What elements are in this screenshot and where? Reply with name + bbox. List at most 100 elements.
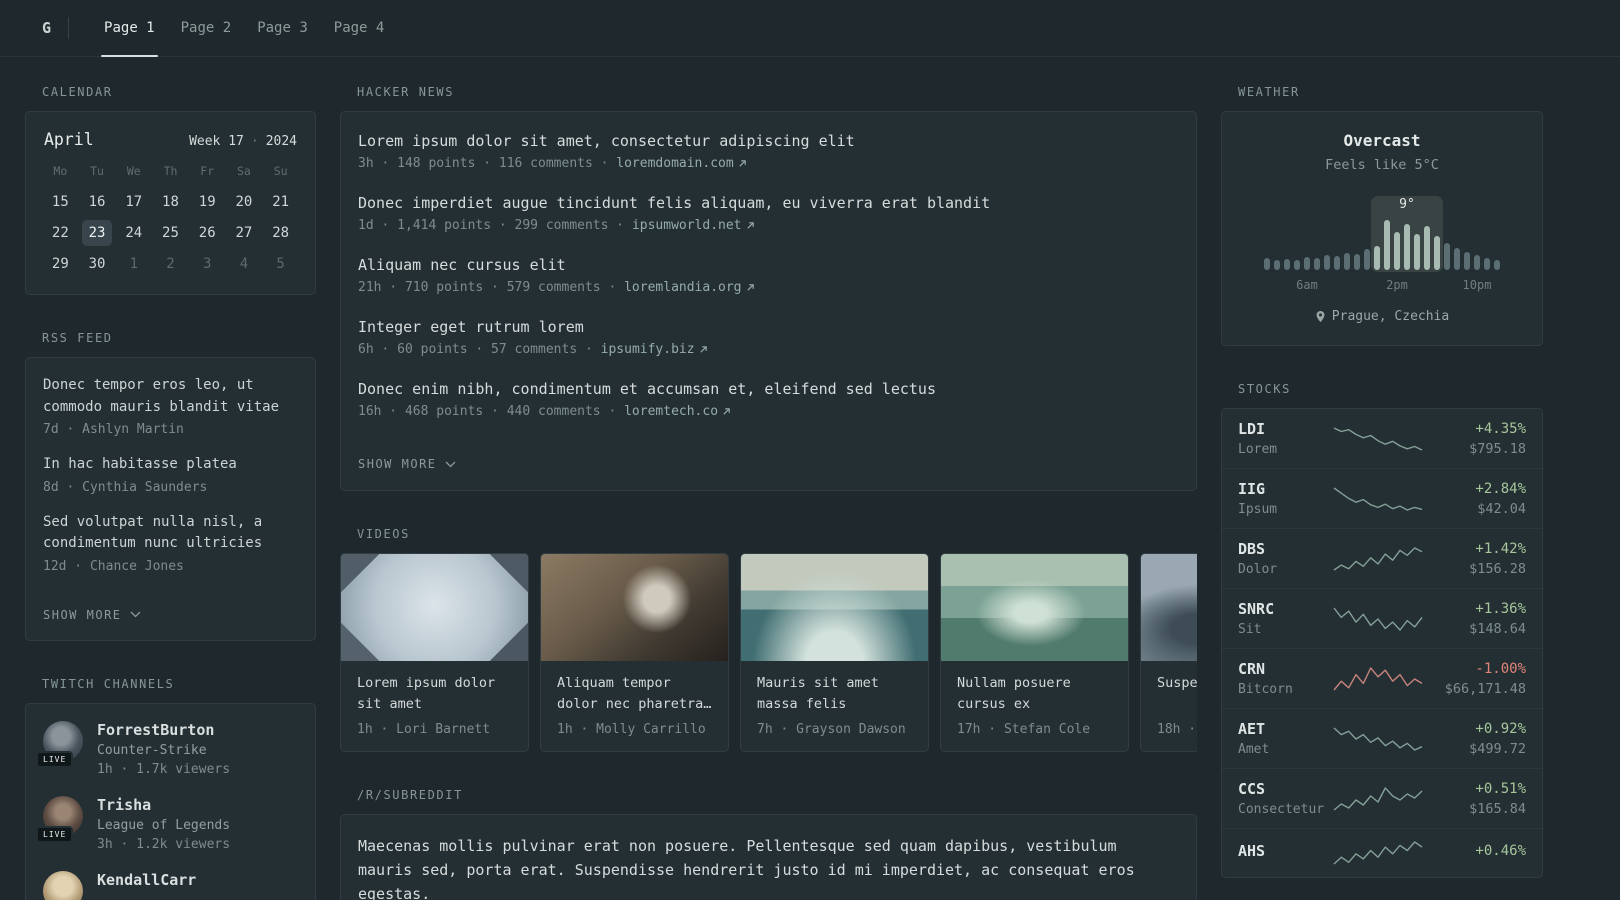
stock-row[interactable]: IIG Ipsum +2.84% $42.04	[1222, 468, 1542, 528]
stock-change: +0.51%	[1475, 780, 1526, 797]
stock-price: $165.84	[1469, 800, 1526, 817]
live-badge: LIVE	[36, 750, 74, 768]
stock-ticker: LDI	[1238, 420, 1266, 438]
rss-item-meta: 8d · Cynthia Saunders	[43, 479, 208, 495]
header-tab[interactable]: Page 3	[244, 0, 321, 56]
calendar-header: April Week 17 · 2024	[42, 128, 299, 149]
stock-row[interactable]: LDI Lorem +4.35% $795.18	[1222, 409, 1542, 468]
calendar-month: April	[44, 130, 94, 149]
app-logo[interactable]: G	[25, 0, 68, 56]
video-card[interactable]: Lorem ipsum dolor sit amet consectetu… 1…	[340, 553, 529, 752]
weather-location-label: Prague, Czechia	[1331, 309, 1450, 324]
video-card[interactable]: Aliquam tempor dolor nec pharetra… 1h · …	[540, 553, 729, 752]
stock-row[interactable]: CCS Consectetur +0.51% $165.84	[1222, 768, 1542, 828]
hn-item-domain-link[interactable]: loremtech.co	[624, 404, 731, 419]
hn-item-title[interactable]: Lorem ipsum dolor sit amet, consectetur …	[358, 130, 1179, 152]
video-card[interactable]: Mauris sit amet massa felis 7h · Grayson…	[740, 553, 929, 752]
rss-item-title[interactable]: Sed volutpat nulla nisl, a condimentum n…	[43, 512, 298, 555]
stock-values: +4.35% $795.18	[1430, 421, 1526, 457]
stock-sparkline	[1333, 786, 1423, 811]
weather-bar	[1464, 252, 1470, 270]
calendar-day: 2	[166, 256, 175, 272]
hn-item: Donec enim nibh, condimentum et accumsan…	[358, 378, 1179, 419]
rss-item-meta: 12d · Chance Jones	[43, 558, 184, 574]
video-thumbnail	[941, 554, 1128, 661]
hn-item-domain: ipsumworld.net	[631, 218, 742, 233]
stock-ticker: CCS	[1238, 780, 1266, 798]
hn-item-domain: loremtech.co	[624, 404, 719, 419]
stock-sparkline	[1333, 726, 1423, 751]
channel-info: Trisha League of Legends 3h · 1.2k viewe…	[97, 796, 230, 852]
stock-change: +1.42%	[1475, 540, 1526, 557]
hn-item-domain-link[interactable]: ipsumify.biz	[601, 342, 708, 357]
hn-item-title[interactable]: Integer eget rutrum lorem	[358, 316, 1179, 338]
hn-item-info: 21h · 710 points · 579 comments ·	[358, 280, 617, 295]
stock-sparkline	[1333, 607, 1423, 631]
twitch-channel-row[interactable]: LIVE KendallCarr	[43, 870, 298, 900]
calendar-day: 30	[88, 256, 106, 272]
stock-identity: AHS	[1238, 842, 1326, 864]
weather-bar	[1454, 248, 1460, 270]
hn-item-domain-link[interactable]: loremlandia.org	[624, 280, 754, 295]
stock-row[interactable]: DBS Dolor +1.42% $156.28	[1222, 528, 1542, 588]
video-body: Aliquam tempor dolor nec pharetra… 1h · …	[541, 661, 728, 751]
stock-row[interactable]: CRN Bitcorn -1.00% $66,171.48	[1222, 648, 1542, 708]
weather-bar	[1484, 258, 1490, 270]
hn-item-domain-link[interactable]: ipsumworld.net	[632, 218, 755, 233]
header-tab[interactable]: Page 4	[321, 0, 398, 56]
hn-item: Lorem ipsum dolor sit amet, consectetur …	[358, 130, 1179, 171]
weather-bar	[1354, 254, 1360, 270]
hn-item-domain-link[interactable]: loremdomain.com	[616, 156, 746, 171]
weather-location: Prague, Czechia	[1315, 309, 1449, 324]
rss-item-title[interactable]: Donec tempor eros leo, ut commodo mauris…	[43, 375, 298, 418]
stock-values: +0.51% $165.84	[1430, 781, 1526, 817]
twitch-channel-row[interactable]: LIVE Trisha League of Legends 3h · 1.2k …	[36, 795, 298, 852]
stock-ticker: AET	[1238, 720, 1266, 738]
stock-identity: CCS Consectetur	[1238, 780, 1326, 817]
hn-item: Donec imperdiet augue tincidunt felis al…	[358, 192, 1179, 233]
weather-time-label: 2pm	[1386, 278, 1408, 292]
hn-item-info: 6h · 60 points · 57 comments ·	[358, 342, 593, 357]
subreddit-widget: /R/SUBREDDIT Maecenas mollis pulvinar er…	[340, 788, 1197, 900]
header-tab[interactable]: Page 1	[91, 0, 168, 57]
avatar: LIVE	[43, 870, 83, 900]
rss-item-meta: 7d · Ashlyn Martin	[43, 422, 184, 437]
stock-row[interactable]: AHS +0.46%	[1222, 828, 1542, 877]
hn-item-meta: 3h · 148 points · 116 comments · loremdo…	[358, 156, 1179, 171]
stock-values: +1.36% $148.64	[1430, 601, 1526, 637]
calendar-year: 2024	[265, 134, 297, 149]
twitch-channel-row[interactable]: LIVE ForrestBurton Counter-Strike 1h · 1…	[36, 720, 298, 777]
rss-item: Donec tempor eros leo, ut commodo mauris…	[43, 375, 298, 437]
header-tab[interactable]: Page 2	[168, 0, 245, 56]
video-card[interactable]: Suspendisse diam 18h · Tara	[1140, 553, 1197, 752]
video-card[interactable]: Nullam posuere cursus ex 17h · Stefan Co…	[940, 553, 1129, 752]
hn-item-title[interactable]: Aliquam nec cursus elit	[358, 254, 1179, 276]
weather-bar	[1424, 226, 1430, 270]
video-meta: 1h · Molly Carrillo	[557, 722, 706, 737]
video-title: Suspendisse diam	[1157, 675, 1197, 691]
stock-sparkline	[1333, 666, 1423, 690]
rss-item-title[interactable]: In hac habitasse platea	[43, 454, 298, 476]
rss-show-more-button[interactable]: SHOW MORE	[43, 608, 141, 622]
weather-bar	[1264, 258, 1270, 270]
weekday-label: Fr	[200, 164, 215, 178]
weather-widget-title: WEATHER	[1238, 85, 1300, 99]
video-body: Mauris sit amet massa felis 7h · Grayson…	[741, 661, 928, 751]
hn-item-title[interactable]: Donec enim nibh, condimentum et accumsan…	[358, 378, 1179, 400]
stock-ticker: SNRC	[1238, 600, 1275, 618]
external-link-icon	[723, 408, 730, 415]
hackernews-show-more-button[interactable]: SHOW MORE	[358, 457, 456, 471]
hn-item-info: 16h · 468 points · 440 comments ·	[358, 404, 617, 419]
stock-row[interactable]: AET Amet +0.92% $499.72	[1222, 708, 1542, 768]
hn-item-meta: 21h · 710 points · 579 comments · loreml…	[358, 280, 1179, 295]
stock-sparkline	[1333, 426, 1423, 451]
stock-ticker: DBS	[1238, 540, 1266, 558]
reddit-post-title[interactable]: Maecenas mollis pulvinar erat non posuer…	[358, 834, 1179, 900]
channel-name: Trisha	[97, 795, 152, 814]
hn-item: Integer eget rutrum lorem 6h · 60 points…	[358, 316, 1179, 357]
hn-item-title[interactable]: Donec imperdiet augue tincidunt felis al…	[358, 192, 1179, 214]
rss-item: In hac habitasse platea 8d · Cynthia Sau…	[43, 454, 298, 495]
twitch-widget-title: TWITCH CHANNELS	[42, 676, 175, 691]
video-thumbnail	[1141, 554, 1197, 661]
stock-row[interactable]: SNRC Sit +1.36% $148.64	[1222, 588, 1542, 648]
